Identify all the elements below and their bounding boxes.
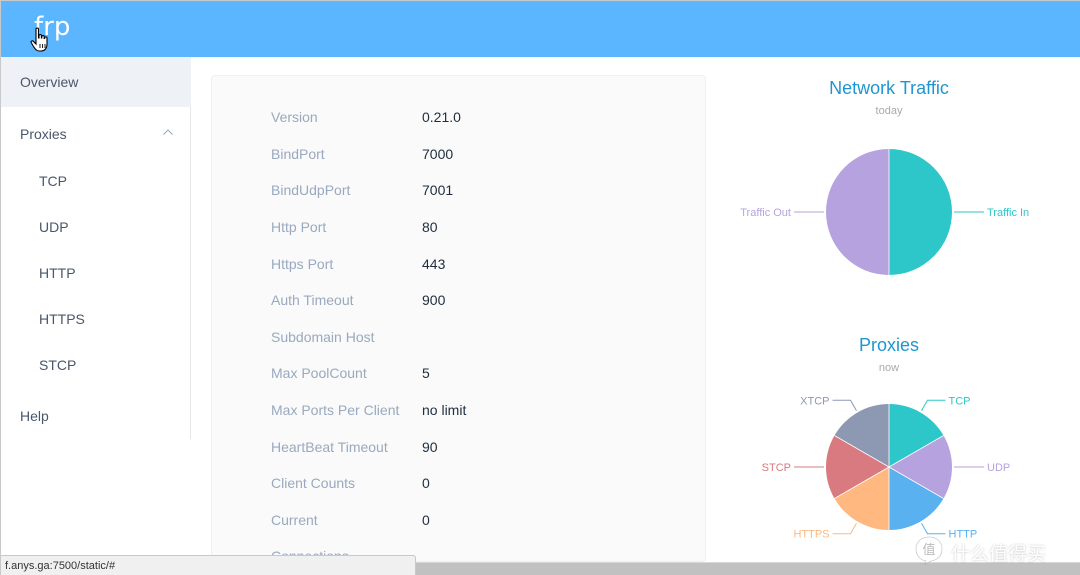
info-key: Subdomain Host [271, 329, 375, 345]
info-key: Max PoolCount [271, 365, 367, 381]
chevron-up-icon [163, 129, 173, 135]
info-row-subdomain-host: Subdomain Host [212, 329, 705, 365]
sidebar-item-proxies[interactable]: Proxies [1, 107, 191, 159]
proxies-pie-chart: TCPUDPHTTPHTTPSSTCPXTCP [762, 395, 1011, 541]
info-value: 0.21.0 [422, 109, 461, 125]
sidebar-item-label: STCP [39, 357, 77, 373]
info-row-max-poolcount: Max PoolCount 5 [212, 365, 705, 401]
info-key: Version [271, 109, 318, 125]
pie-slice-traffic-out[interactable] [826, 149, 889, 275]
info-value: 900 [422, 292, 446, 308]
browser-status-bar: f.anys.ga:7500/static/# [1, 555, 416, 575]
status-url: f.anys.ga:7500/static/# [5, 560, 116, 572]
info-key: Current [271, 512, 318, 528]
info-row-https-port: Https Port 443 [212, 256, 705, 292]
info-key: Max Ports Per Client [271, 402, 400, 418]
info-value: no limit [422, 402, 467, 418]
watermark-text: 什么值得买 [951, 543, 1047, 565]
server-info-card: Version 0.21.0 BindPort 7000 BindUdpPort… [211, 75, 706, 562]
sidebar-item-label: Overview [20, 74, 79, 90]
info-row-version: Version 0.21.0 [212, 109, 705, 145]
sidebar-item-help[interactable]: Help [1, 395, 191, 439]
info-value: 90 [422, 439, 438, 455]
info-row-client-counts: Client Counts 0 [212, 475, 705, 511]
sidebar-item-overview[interactable]: Overview [1, 57, 191, 107]
top-header-bar: frp [1, 1, 1080, 57]
sidebar-item-tcp[interactable]: TCP [1, 159, 191, 205]
pie-label-traffic-in: Traffic In [987, 207, 1029, 219]
sidebar-item-label: UDP [39, 219, 69, 235]
sidebar-item-label: Proxies [20, 126, 67, 142]
pie-label-line-xtcp [832, 399, 857, 411]
info-key: HeartBeat Timeout [271, 439, 388, 455]
info-key: Http Port [271, 219, 327, 235]
pie-label-stcp: STCP [762, 462, 791, 474]
pie-slice-traffic-in[interactable] [889, 149, 952, 275]
network-traffic-pie-chart: Traffic In Traffic Out [740, 149, 1029, 275]
sidebar-nav: Overview Proxies TCP UDP HTTP HTTPS STCP… [1, 57, 191, 439]
pie-label-line-https [832, 523, 857, 535]
info-value: 443 [422, 256, 446, 272]
pie-label-line-tcp [921, 399, 946, 411]
sidebar-item-label: TCP [39, 173, 67, 189]
pie-label-traffic-out: Traffic Out [740, 207, 791, 219]
info-row-max-ports-per-client: Max Ports Per Client no limit [212, 402, 705, 438]
info-value: 7001 [422, 182, 454, 198]
proxies-chart-subtitle: now [878, 362, 900, 374]
traffic-chart-subtitle: today [875, 105, 903, 117]
traffic-chart-title: Network Traffic [829, 78, 949, 98]
info-row-http-port: Http Port 80 [212, 219, 705, 255]
pie-label-tcp: TCP [949, 395, 971, 407]
info-row-heartbeat-timeout: HeartBeat Timeout 90 [212, 439, 705, 475]
sidebar-item-label: HTTPS [39, 311, 85, 327]
info-value: 80 [422, 219, 438, 235]
info-key: Https Port [271, 256, 334, 272]
info-value: 0 [422, 475, 430, 491]
pie-label-https: HTTPS [793, 529, 829, 541]
sidebar-item-label: HTTP [39, 265, 76, 281]
proxies-chart-title: Proxies [858, 335, 920, 355]
sidebar-item-label: Help [20, 408, 49, 424]
info-row-current: Current 0 [212, 512, 705, 548]
info-key: BindUdpPort [271, 182, 351, 198]
hand-pointer-cursor-icon [30, 27, 48, 52]
info-key: Auth Timeout [271, 292, 354, 308]
info-row-bindport: BindPort 7000 [212, 146, 705, 182]
info-key: Client Counts [271, 475, 356, 491]
info-row-bindudpport: BindUdpPort 7001 [212, 182, 705, 218]
info-key: BindPort [271, 146, 325, 162]
pie-label-xtcp: XTCP [800, 395, 829, 407]
info-value: 7000 [422, 146, 454, 162]
info-value: 0 [422, 512, 430, 528]
sidebar-item-http[interactable]: HTTP [1, 251, 191, 297]
svg-text:值: 值 [922, 542, 935, 558]
pie-label-udp: UDP [987, 462, 1010, 474]
sidebar-item-https[interactable]: HTTPS [1, 297, 191, 343]
watermark-logo-icon: 值 [915, 536, 943, 565]
info-value: 5 [422, 365, 430, 381]
pie-label-line-http [921, 523, 946, 535]
sidebar-item-udp[interactable]: UDP [1, 205, 191, 251]
info-row-auth-timeout: Auth Timeout 900 [212, 292, 705, 328]
sidebar-item-stcp[interactable]: STCP [1, 343, 191, 389]
